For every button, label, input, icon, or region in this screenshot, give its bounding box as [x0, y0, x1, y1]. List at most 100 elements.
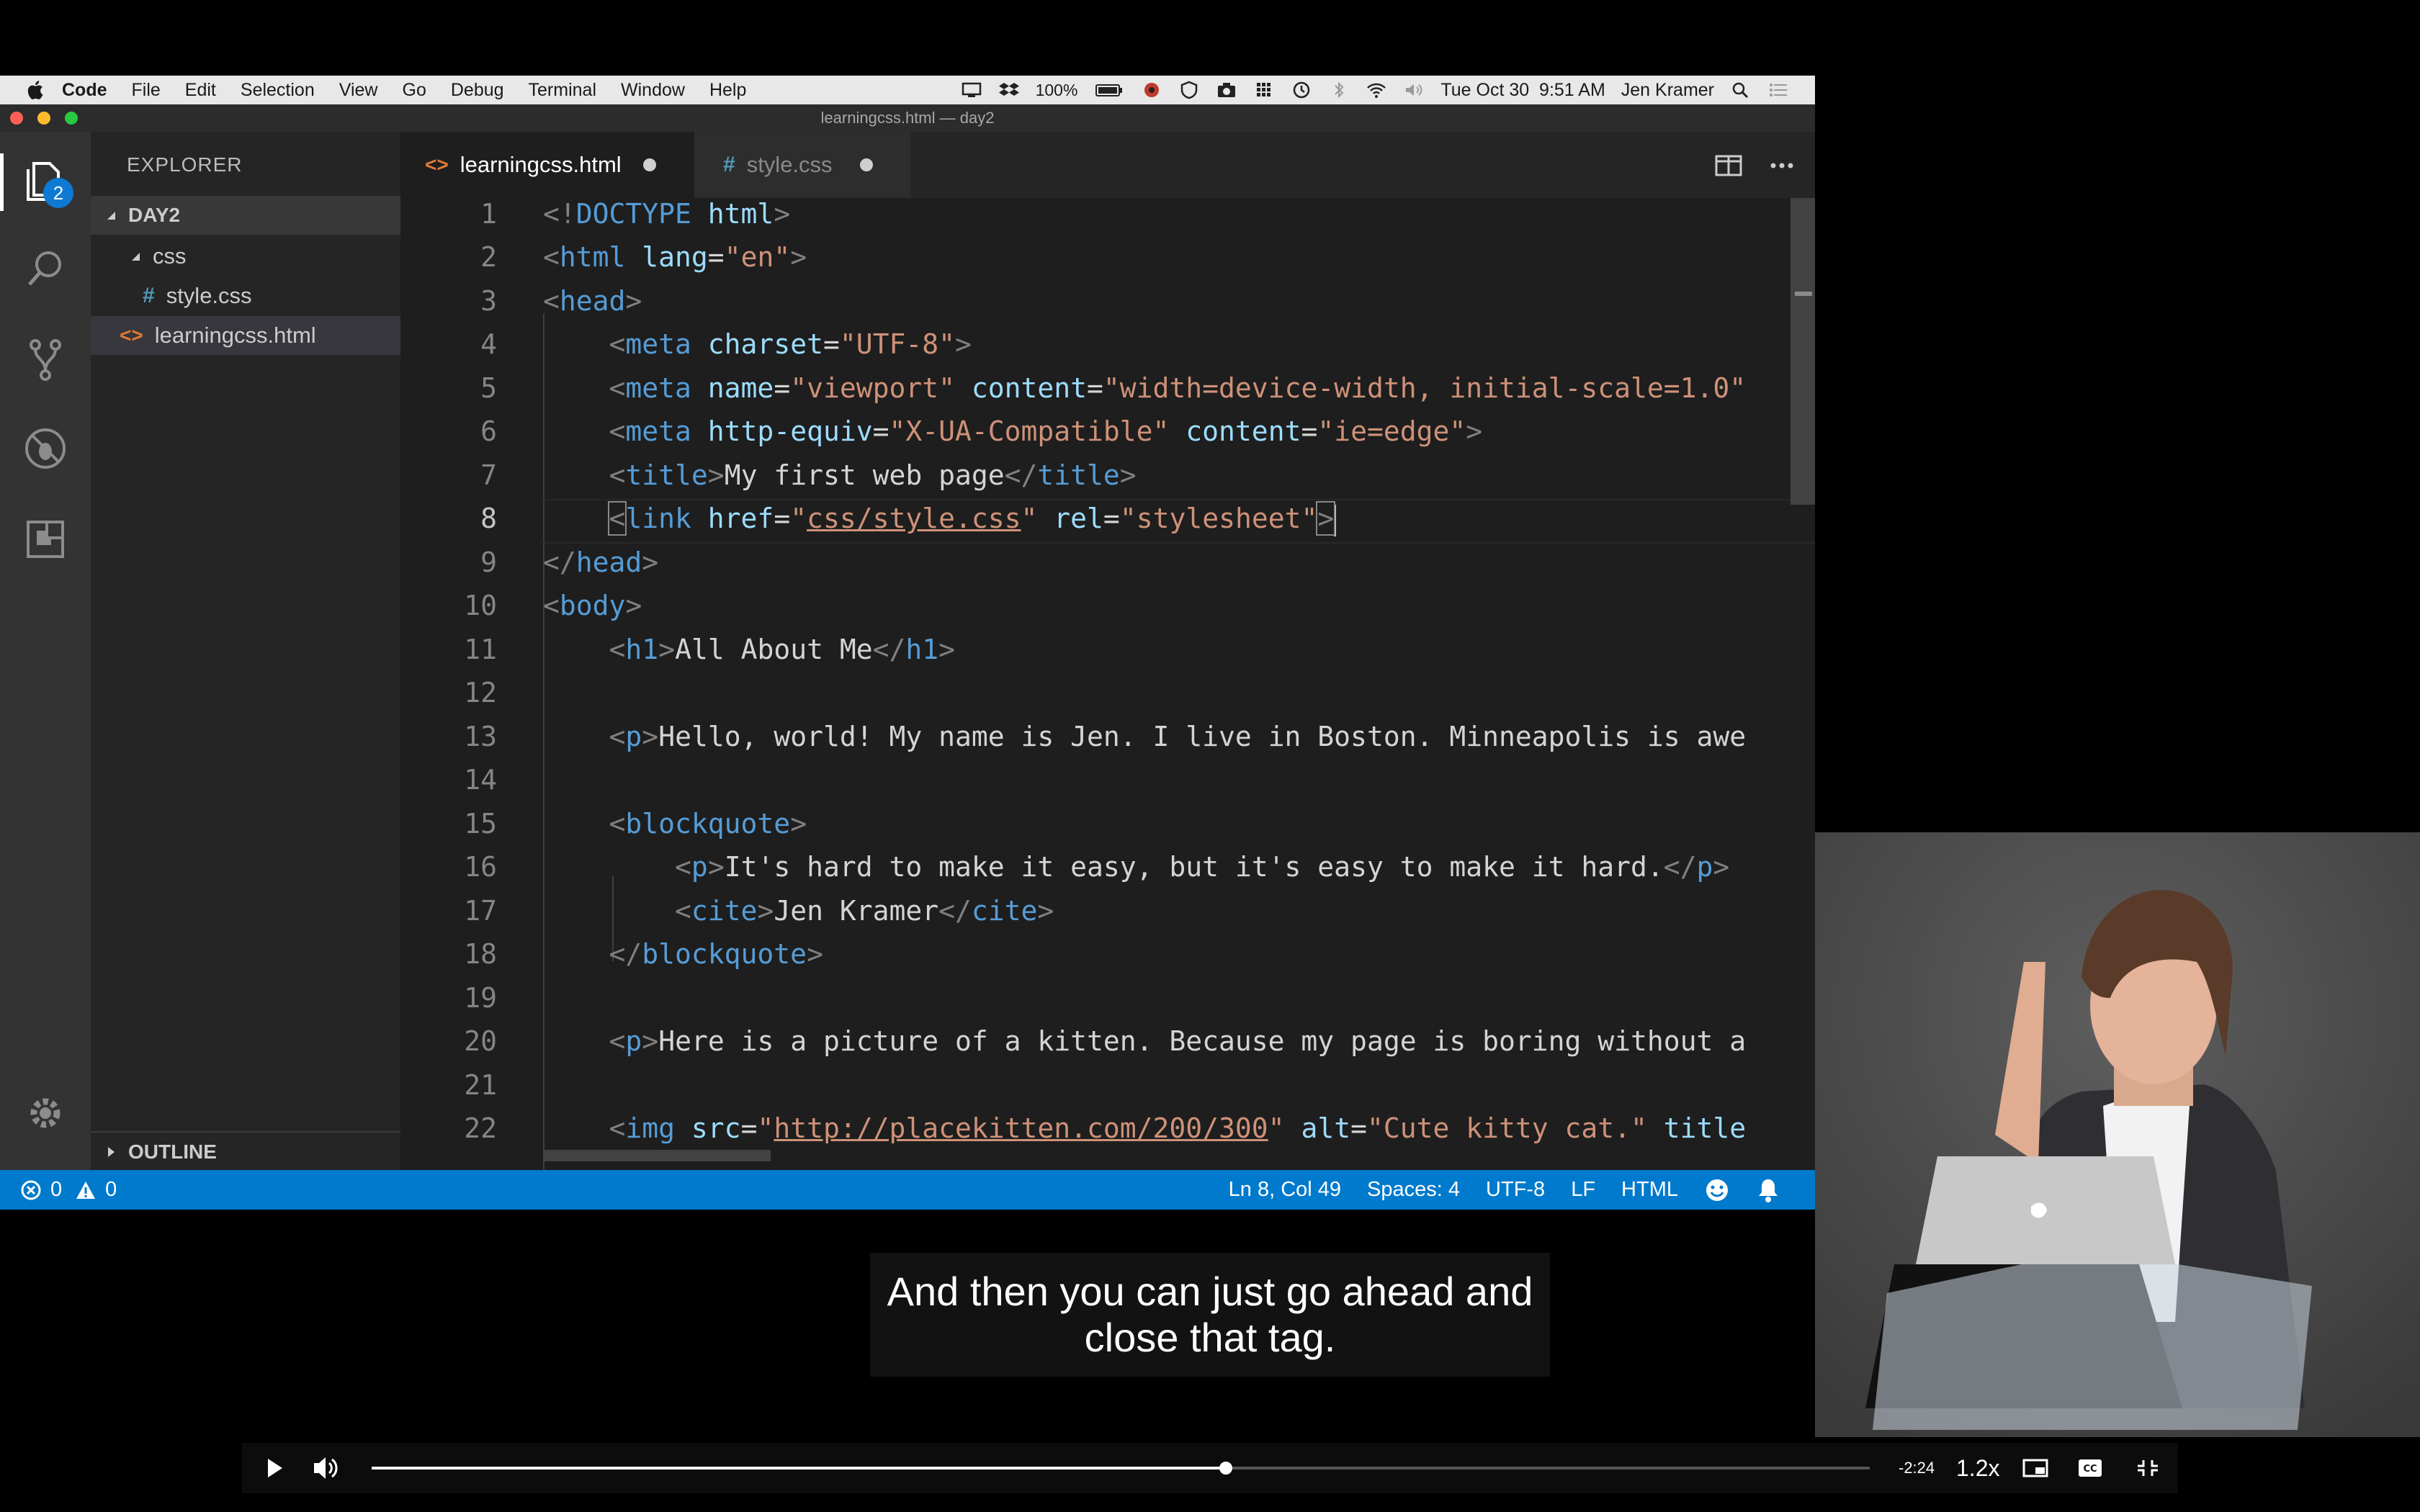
- notification-center-icon[interactable]: [1767, 81, 1789, 99]
- horizontal-scrollbar-thumb[interactable]: [543, 1150, 771, 1161]
- code-line-16: <p>It's hard to make it easy, but it's e…: [675, 851, 1730, 883]
- battery-percent: 100%: [1035, 80, 1078, 99]
- menu-view[interactable]: View: [339, 80, 378, 101]
- line-number: 2: [480, 241, 497, 273]
- menu-selection[interactable]: Selection: [241, 80, 315, 101]
- source-control-icon[interactable]: [18, 332, 73, 387]
- vertical-scrollbar-thumb[interactable]: [1791, 198, 1815, 505]
- code-line-3: <head>: [543, 285, 642, 317]
- unsaved-dot-icon[interactable]: [859, 158, 873, 171]
- menubar-user[interactable]: Jen Kramer: [1621, 80, 1714, 101]
- volume-icon[interactable]: [1403, 81, 1425, 99]
- folder-css[interactable]: css: [91, 237, 400, 276]
- closed-captions-icon[interactable]: CC: [2076, 1443, 2105, 1493]
- warning-icon[interactable]: [75, 1179, 97, 1201]
- video-player-controls: -2:24 1.2x CC: [242, 1443, 2178, 1493]
- window-minimize-button[interactable]: [37, 112, 50, 125]
- volume-icon[interactable]: [311, 1443, 340, 1493]
- error-icon[interactable]: [20, 1179, 42, 1201]
- indentation-setting[interactable]: Spaces: 4: [1367, 1178, 1460, 1202]
- line-number: 1: [480, 198, 497, 230]
- time-remaining: -2:24: [1899, 1459, 1935, 1477]
- notifications-bell-icon[interactable]: [1756, 1177, 1780, 1203]
- menu-window[interactable]: Window: [621, 80, 685, 101]
- error-count[interactable]: 0: [50, 1178, 62, 1202]
- menu-help[interactable]: Help: [709, 80, 746, 101]
- cursor-position[interactable]: Ln 8, Col 49: [1229, 1178, 1341, 1202]
- menu-debug[interactable]: Debug: [451, 80, 504, 101]
- playback-speed-button[interactable]: 1.2x: [1956, 1443, 1999, 1493]
- presenter-video: [1815, 832, 2420, 1437]
- code-editor[interactable]: 1 2 3 4 5 6 7 8 9 10 11 12 13 14 15 16 1…: [400, 198, 1815, 1170]
- language-mode[interactable]: HTML: [1621, 1178, 1678, 1202]
- menu-app-name[interactable]: Code: [62, 80, 107, 101]
- line-number: 16: [464, 851, 497, 883]
- debug-icon[interactable]: [18, 421, 73, 476]
- code-line-2: <html lang="en">: [543, 241, 807, 273]
- line-number: 6: [480, 415, 497, 447]
- folder-day2[interactable]: DAY2: [91, 196, 400, 235]
- menu-go[interactable]: Go: [403, 80, 426, 101]
- tab-learningcss-html[interactable]: <> learningcss.html: [400, 132, 694, 198]
- window-zoom-button[interactable]: [65, 112, 78, 125]
- progress-track[interactable]: [372, 1462, 1870, 1475]
- code-line-10: <body>: [543, 590, 642, 621]
- outline-label: OUTLINE: [128, 1140, 217, 1163]
- menu-edit[interactable]: Edit: [185, 80, 216, 101]
- caption-line-1: And then you can just go ahead and: [887, 1269, 1533, 1314]
- progress-scrubber[interactable]: [1219, 1462, 1232, 1475]
- time-machine-icon[interactable]: [1291, 81, 1312, 99]
- file-label: learningcss.html: [154, 323, 316, 348]
- search-icon[interactable]: [18, 241, 73, 296]
- folder-label: DAY2: [128, 204, 181, 226]
- picture-in-picture-icon[interactable]: [2021, 1443, 2050, 1493]
- line-number: 20: [464, 1025, 497, 1057]
- window-titlebar: learningcss.html — day2: [0, 104, 1815, 132]
- code-line-13: <p>Hello, world! My name is Jen. I live …: [609, 721, 1747, 752]
- apple-logo-icon[interactable]: [24, 79, 45, 101]
- file-encoding[interactable]: UTF-8: [1486, 1178, 1545, 1202]
- code-line-7: <title>My first web page</title>: [609, 459, 1137, 491]
- file-style-css[interactable]: # style.css: [91, 276, 400, 315]
- menubar-status-area: 100% Tue Oct 30 9:51 AM Jen Kramer: [961, 76, 1789, 104]
- exit-fullscreen-icon[interactable]: [2133, 1443, 2162, 1493]
- line-number: 3: [480, 285, 497, 317]
- tab-style-css[interactable]: # style.css: [694, 132, 910, 198]
- extensions-icon[interactable]: [18, 512, 73, 567]
- line-ending[interactable]: LF: [1571, 1178, 1595, 1202]
- line-number: 9: [480, 546, 497, 578]
- html-file-icon: <>: [120, 324, 143, 346]
- warning-count[interactable]: 0: [105, 1178, 117, 1202]
- menu-terminal[interactable]: Terminal: [529, 80, 596, 101]
- settings-gear-icon[interactable]: [18, 1086, 73, 1140]
- menu-file[interactable]: File: [132, 80, 161, 101]
- unsaved-dot-icon[interactable]: [642, 158, 656, 171]
- file-label: style.css: [166, 283, 252, 308]
- shield-icon[interactable]: [1178, 81, 1200, 99]
- active-indicator: [0, 153, 4, 211]
- more-actions-icon[interactable]: [1767, 153, 1796, 178]
- play-icon[interactable]: [264, 1443, 285, 1493]
- line-number: 10: [464, 590, 497, 621]
- split-editor-icon[interactable]: [1714, 153, 1743, 178]
- tab-label: style.css: [746, 152, 833, 177]
- window-close-button[interactable]: [10, 112, 23, 125]
- file-learningcss-html[interactable]: <> learningcss.html: [91, 316, 400, 355]
- code-line-4: <meta charset="UTF-8">: [609, 328, 972, 360]
- display-icon[interactable]: [961, 81, 982, 99]
- outline-section[interactable]: OUTLINE: [91, 1131, 400, 1171]
- spotlight-search-icon[interactable]: [1730, 81, 1752, 99]
- feedback-smiley-icon[interactable]: [1704, 1177, 1730, 1203]
- menubar-clock[interactable]: Tue Oct 30 9:51 AM: [1440, 80, 1605, 101]
- record-icon[interactable]: [1141, 81, 1162, 99]
- wifi-icon[interactable]: [1366, 81, 1387, 99]
- subfolder-label: css: [153, 243, 187, 269]
- grid-icon[interactable]: [1253, 81, 1275, 99]
- activity-bar: 2: [0, 132, 91, 1170]
- window-title: learningcss.html — day2: [820, 109, 995, 127]
- battery-icon[interactable]: [1093, 81, 1125, 99]
- line-number: 19: [464, 982, 497, 1014]
- bluetooth-icon[interactable]: [1328, 81, 1350, 99]
- camera-icon[interactable]: [1216, 81, 1237, 99]
- dropbox-icon[interactable]: [998, 81, 1020, 99]
